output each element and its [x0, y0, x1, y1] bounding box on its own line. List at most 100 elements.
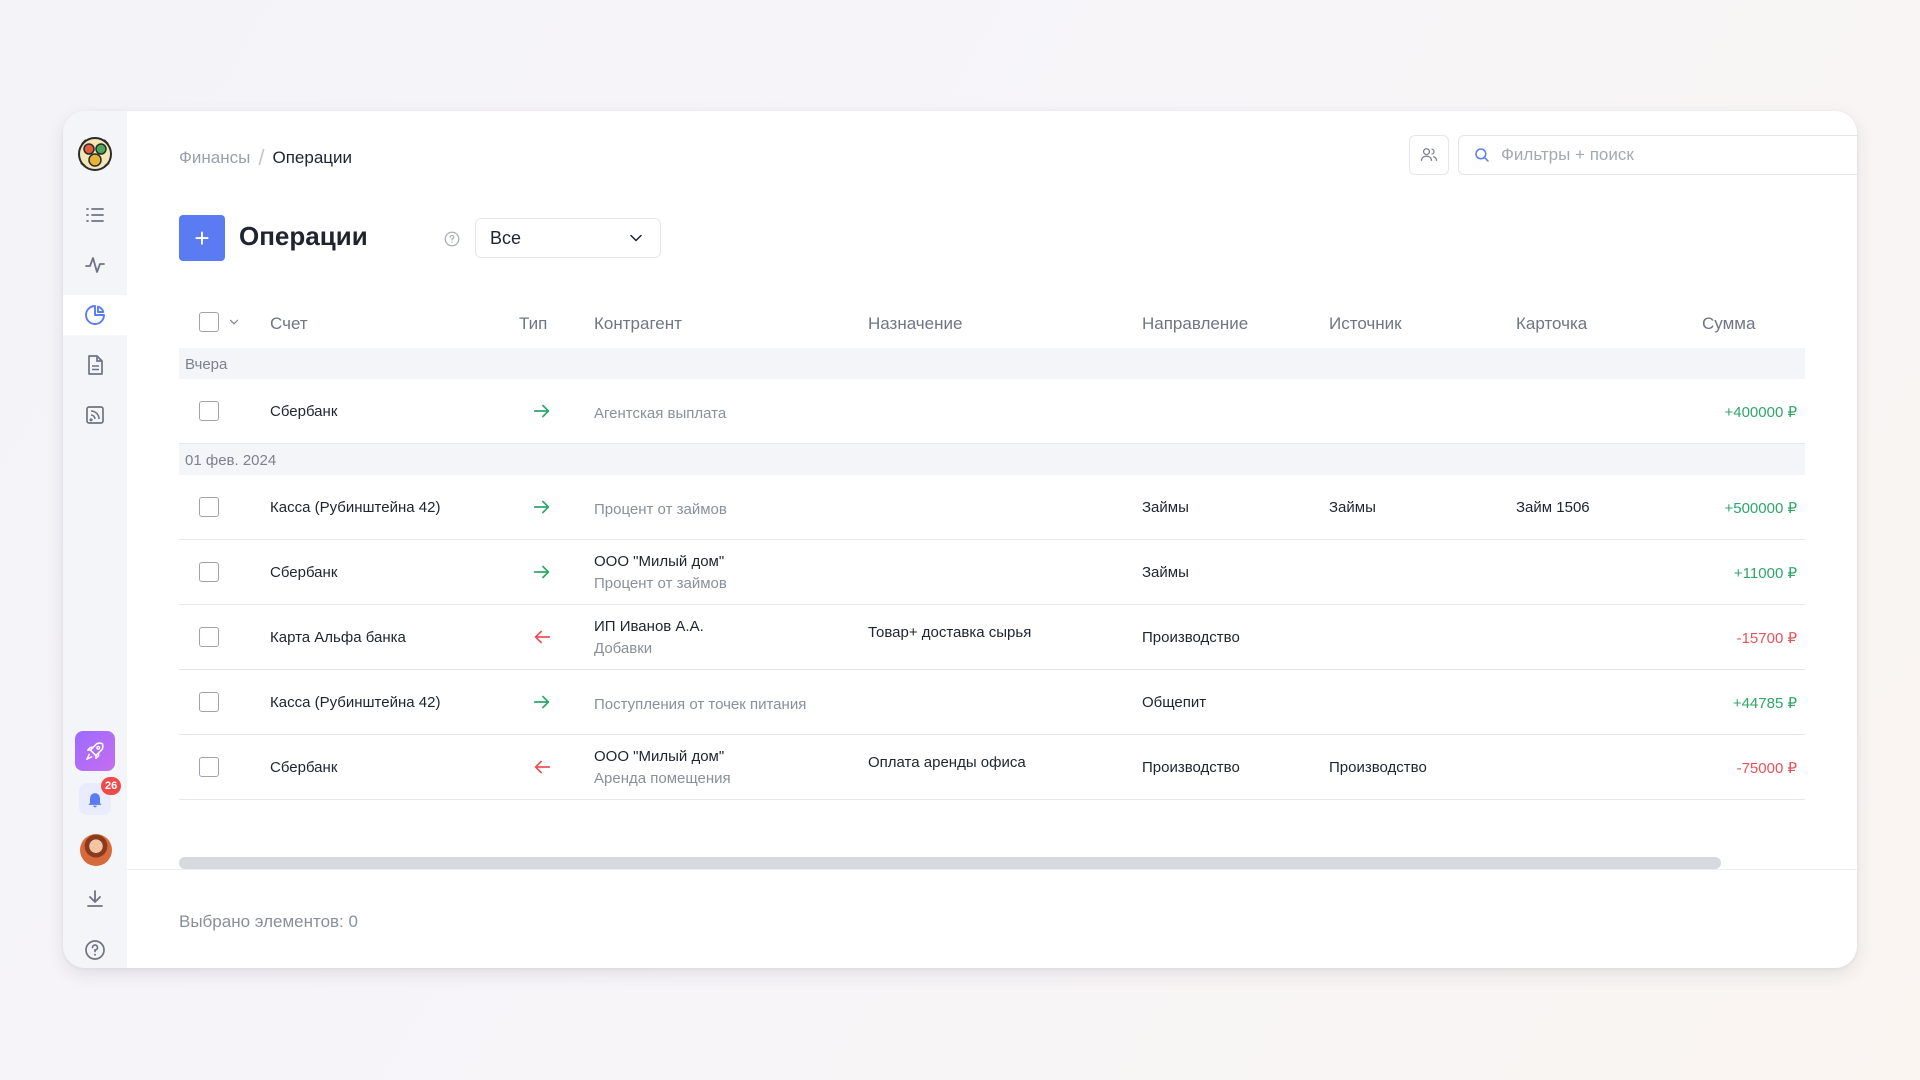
avatar[interactable] — [80, 834, 112, 866]
breadcrumb-current: Операции — [272, 148, 353, 167]
rocket-button[interactable] — [75, 731, 115, 771]
cell-card[interactable]: Займ 1506 — [1516, 499, 1590, 516]
cell-amount: +400000 ₽ — [1724, 404, 1797, 421]
cell-purpose: Оплата аренды офиса — [868, 754, 1026, 771]
breadcrumb-separator: / — [258, 145, 265, 170]
cell-amount: +500000 ₽ — [1724, 500, 1797, 517]
operations-filter-select[interactable]: Все — [475, 218, 661, 258]
cell-direction: Общепит — [1142, 694, 1207, 711]
table-row[interactable]: Карта Альфа банка ИП Иванов А.А. Добавки… — [179, 605, 1805, 670]
cell-amount: +44785 ₽ — [1732, 695, 1797, 712]
column-header-purpose[interactable]: Назначение — [868, 314, 962, 334]
cell-account: Сбербанк — [270, 403, 338, 420]
column-header-type[interactable]: Тип — [519, 314, 547, 334]
column-header-card[interactable]: Карточка — [1516, 314, 1587, 334]
row-checkbox[interactable] — [199, 562, 219, 582]
help-button[interactable] — [83, 938, 107, 967]
sidebar-item-activity[interactable] — [63, 245, 127, 285]
cell-counterparty-sub: Процент от займов — [594, 501, 727, 518]
report-icon — [86, 406, 104, 424]
row-checkbox[interactable] — [199, 497, 219, 517]
sidebar-item-list[interactable] — [63, 195, 127, 235]
cell-amount: +11000 ₽ — [1733, 565, 1797, 582]
bell-icon — [88, 793, 102, 808]
sidebar-item-documents[interactable] — [63, 345, 127, 385]
cell-direction: Займы — [1142, 564, 1189, 581]
cell-direction: Займы — [1142, 499, 1189, 516]
horizontal-scrollbar[interactable] — [179, 857, 1721, 869]
breadcrumb: Финансы / Операции — [179, 145, 352, 171]
operations-table: Счет Тип Контрагент Назначение Направлен… — [179, 296, 1805, 800]
column-header-account[interactable]: Счет — [270, 314, 308, 334]
document-icon — [88, 355, 103, 375]
pie-chart-icon — [85, 305, 105, 325]
row-checkbox[interactable] — [199, 401, 219, 421]
breadcrumb-parent-link[interactable]: Финансы — [179, 148, 250, 168]
cell-account: Касса (Рубинштейна 42) — [270, 499, 441, 516]
cell-counterparty-sub: Процент от займов — [594, 575, 727, 592]
cell-counterparty-sub: Поступления от точек питания — [594, 696, 807, 713]
cell-counterparty-sub: Добавки — [594, 640, 653, 657]
cell-direction: Производство — [1142, 759, 1240, 776]
column-header-direction[interactable]: Направление — [1142, 314, 1248, 334]
download-icon — [87, 890, 103, 907]
chevron-down-icon — [630, 234, 642, 242]
cell-purpose: Товар+ доставка сырья — [868, 624, 1032, 641]
cell-account: Карта Альфа банка — [270, 629, 406, 646]
main-content: Финансы / Операции + Операции Все — [127, 111, 1857, 968]
column-header-source[interactable]: Источник — [1329, 314, 1402, 334]
sidebar-item-reports[interactable] — [63, 395, 127, 435]
notification-count-badge: 26 — [101, 777, 122, 795]
column-header-amount[interactable]: Сумма — [1702, 314, 1755, 334]
activity-icon — [85, 257, 105, 273]
group-header: Вчера — [179, 348, 1805, 379]
arrow-left-icon — [531, 756, 553, 782]
footer-divider — [127, 869, 1857, 870]
arrow-right-icon — [531, 400, 553, 426]
search-icon — [1475, 148, 1489, 162]
table-row[interactable]: Сбербанк ООО "Милый дом" Аренда помещени… — [179, 735, 1805, 800]
help-icon — [85, 940, 105, 960]
chevron-down-icon — [229, 319, 239, 325]
cell-amount: -75000 ₽ — [1736, 760, 1797, 777]
add-operation-button[interactable]: + — [179, 215, 225, 261]
select-value: Все — [490, 227, 522, 248]
search-input[interactable] — [1501, 145, 1841, 165]
arrow-right-icon — [531, 561, 553, 587]
users-icon — [1420, 148, 1438, 161]
arrow-left-icon — [531, 626, 553, 652]
rocket-icon — [86, 742, 104, 760]
list-icon — [86, 208, 104, 222]
group-label: 01 фев. 2024 — [185, 452, 277, 469]
logo-icon[interactable] — [76, 135, 114, 173]
table-row[interactable]: Сбербанк ООО "Милый дом" Процент от займ… — [179, 540, 1805, 605]
row-checkbox[interactable] — [199, 627, 219, 647]
cell-counterparty-sub: Аренда помещения — [594, 770, 731, 787]
sidebar-item-finance[interactable] — [63, 295, 127, 335]
column-header-counterparty[interactable]: Контрагент — [594, 314, 682, 334]
sidebar: 26 — [63, 111, 127, 968]
row-checkbox[interactable] — [199, 757, 219, 777]
users-button[interactable] — [1409, 135, 1449, 175]
table-row[interactable]: Касса (Рубинштейна 42) Поступления от то… — [179, 670, 1805, 735]
cell-account: Сбербанк — [270, 759, 338, 776]
select-all-dropdown[interactable] — [227, 314, 241, 334]
cell-direction: Производство — [1142, 629, 1240, 646]
cell-counterparty: ИП Иванов А.А. — [594, 618, 704, 635]
cell-account: Касса (Рубинштейна 42) — [270, 694, 441, 711]
page-title: Операции — [239, 221, 368, 251]
row-checkbox[interactable] — [199, 692, 219, 712]
cell-counterparty: ООО "Милый дом" — [594, 553, 725, 570]
table-row[interactable]: Сбербанк Агентская выплата +400000 ₽ — [179, 379, 1805, 444]
table-header: Счет Тип Контрагент Назначение Направлен… — [179, 296, 1805, 348]
selected-count-text: Выбрано элементов: 0 — [179, 912, 358, 931]
cell-source: Производство — [1329, 759, 1427, 776]
cell-counterparty-sub: Агентская выплата — [594, 405, 727, 422]
search-field[interactable] — [1458, 135, 1857, 175]
select-all-checkbox[interactable] — [199, 312, 219, 332]
table-row[interactable]: Касса (Рубинштейна 42) Процент от займов… — [179, 475, 1805, 540]
cell-source: Займы — [1329, 499, 1376, 516]
info-icon[interactable] — [443, 230, 461, 253]
cell-account: Сбербанк — [270, 564, 338, 581]
download-button[interactable] — [83, 887, 107, 916]
